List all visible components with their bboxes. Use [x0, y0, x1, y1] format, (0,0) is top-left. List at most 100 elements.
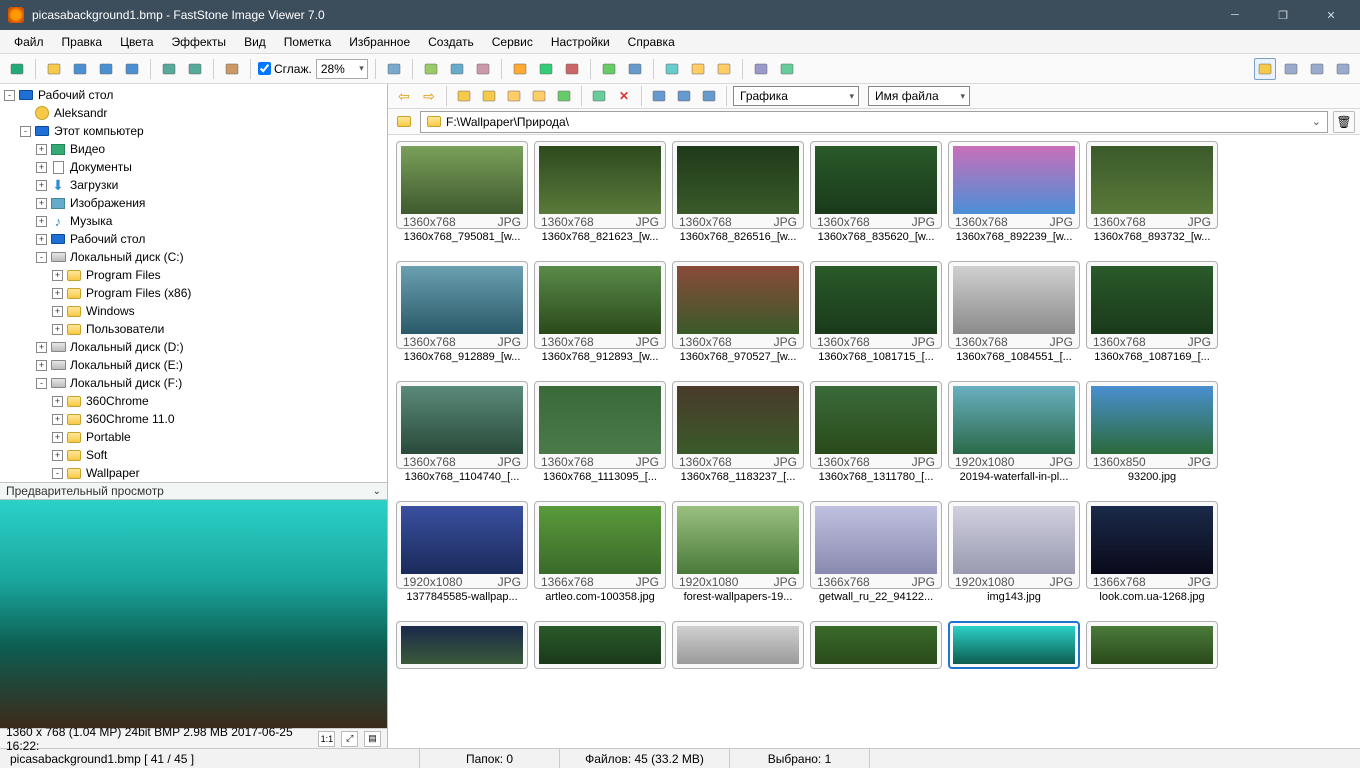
path-input[interactable]: F:\Wallpaper\Природа\	[420, 111, 1328, 133]
resize-button[interactable]	[446, 58, 468, 80]
tree-item[interactable]: +⬇Загрузки	[0, 176, 387, 194]
thumbnail[interactable]: 1360x768JPG1360x768_821623_[w...	[534, 141, 666, 243]
tree-item[interactable]: -Рабочий стол	[0, 86, 387, 104]
thumbnail[interactable]: 1366x768JPGgetwall_ru_22_94122...	[810, 501, 942, 603]
hand-button[interactable]	[221, 58, 243, 80]
thumbnail-area[interactable]: 1360x768JPG1360x768_795081_[w...1360x768…	[388, 135, 1360, 748]
refresh-button[interactable]	[553, 85, 575, 107]
color-button[interactable]	[509, 58, 531, 80]
favorites-button[interactable]	[503, 85, 525, 107]
canvas-button[interactable]	[472, 58, 494, 80]
thumbnail[interactable]: 1360x768JPG1360x768_912893_[w...	[534, 261, 666, 363]
thumbnail[interactable]	[948, 621, 1080, 669]
thumbnail[interactable]: 1360x768JPG1360x768_970527_[w...	[672, 261, 804, 363]
tree-expander[interactable]: -	[36, 378, 47, 389]
tag-button[interactable]	[588, 85, 610, 107]
thumbnail[interactable]: 1360x768JPG1360x768_795081_[w...	[396, 141, 528, 243]
thumbnail[interactable]: 1366x768JPGlook.com.ua-1268.jpg	[1086, 501, 1218, 603]
undo-button[interactable]	[598, 58, 620, 80]
close-button[interactable]: ✕	[1316, 9, 1346, 22]
mail-button[interactable]	[687, 58, 709, 80]
menu-правка[interactable]: Правка	[54, 32, 111, 52]
menu-справка[interactable]: Справка	[620, 32, 683, 52]
tree-item[interactable]: -Локальный диск (F:)	[0, 374, 387, 392]
thumbnail[interactable]: 1360x768JPG1360x768_1113095_[...	[534, 381, 666, 483]
menu-цвета[interactable]: Цвета	[112, 32, 161, 52]
tree-item[interactable]: +Program Files	[0, 266, 387, 284]
filter-combo[interactable]: Графика	[733, 86, 859, 106]
tree-item[interactable]: -Локальный диск (C:)	[0, 248, 387, 266]
minimize-button[interactable]: ─	[1220, 9, 1250, 22]
details-view-button[interactable]	[1280, 58, 1302, 80]
tree-item[interactable]: +♪Музыка	[0, 212, 387, 230]
delete-path-button[interactable]: 🗑	[1333, 111, 1355, 133]
tree-item[interactable]: +Изображения	[0, 194, 387, 212]
sort-combo[interactable]: Имя файла	[868, 86, 970, 106]
thumbnail[interactable]: 1360x768JPG1360x768_1084551_[...	[948, 261, 1080, 363]
tree-expander[interactable]: +	[52, 306, 63, 317]
thumbnail[interactable]: 1920x1080JPGimg143.jpg	[948, 501, 1080, 603]
tag-button[interactable]	[776, 58, 798, 80]
thumbnail[interactable]: 1360x768JPG1360x768_1081715_[...	[810, 261, 942, 363]
back-button[interactable]: ⇦	[393, 85, 415, 107]
tree-item[interactable]: +Windows	[0, 302, 387, 320]
smooth-checkbox[interactable]: Сглаж.	[258, 62, 312, 76]
thumbnail[interactable]: 1920x1080JPGforest-wallpapers-19...	[672, 501, 804, 603]
tree-expander[interactable]: +	[52, 396, 63, 407]
crop-button[interactable]	[420, 58, 442, 80]
folder-tree[interactable]: -Рабочий столAleksandr-Этот компьютер+Ви…	[0, 84, 387, 482]
tree-item[interactable]: +360Chrome 11.0	[0, 410, 387, 428]
zoom-combo[interactable]: 28%	[316, 59, 368, 79]
menu-настройки[interactable]: Настройки	[543, 32, 618, 52]
tree-item[interactable]: +Видео	[0, 140, 387, 158]
thumbnail[interactable]: 1360x850JPG93200.jpg	[1086, 381, 1218, 483]
tree-expander[interactable]: +	[36, 342, 47, 353]
thumbnail[interactable]	[396, 621, 528, 669]
thumbnail[interactable]: 1360x768JPG1360x768_892239_[w...	[948, 141, 1080, 243]
acquire-button[interactable]	[6, 58, 28, 80]
print-button[interactable]	[750, 58, 772, 80]
tree-expander[interactable]: +	[52, 414, 63, 425]
fullscreen-view-button[interactable]	[1332, 58, 1354, 80]
tree-item[interactable]: +Документы	[0, 158, 387, 176]
open-button[interactable]	[43, 58, 65, 80]
up-button[interactable]	[453, 85, 475, 107]
view-large-button[interactable]	[648, 85, 670, 107]
tree-item[interactable]: +Локальный диск (D:)	[0, 338, 387, 356]
tree-item[interactable]: +Soft	[0, 446, 387, 464]
tree-expander[interactable]: -	[36, 252, 47, 263]
rotate-button[interactable]	[383, 58, 405, 80]
menu-вид[interactable]: Вид	[236, 32, 274, 52]
save-button[interactable]	[69, 58, 91, 80]
tree-expander[interactable]: +	[52, 270, 63, 281]
menu-создать[interactable]: Создать	[420, 32, 482, 52]
tree-expander[interactable]: +	[52, 288, 63, 299]
menu-избранное[interactable]: Избранное	[341, 32, 418, 52]
tree-expander[interactable]: +	[36, 144, 47, 155]
menu-файл[interactable]: Файл	[6, 32, 52, 52]
tree-expander[interactable]: +	[52, 432, 63, 443]
menu-сервис[interactable]: Сервис	[484, 32, 541, 52]
tree-item[interactable]: +Локальный диск (E:)	[0, 356, 387, 374]
email-button[interactable]	[713, 58, 735, 80]
menu-button[interactable]: ▤	[364, 731, 381, 747]
tree-expander[interactable]: +	[36, 162, 47, 173]
redeye-button[interactable]	[535, 58, 557, 80]
fav-add-button[interactable]	[528, 85, 550, 107]
menu-эффекты[interactable]: Эффекты	[164, 32, 235, 52]
thumbnail[interactable]: 1366x768JPGartleo.com-100358.jpg	[534, 501, 666, 603]
tree-expander[interactable]: +	[52, 450, 63, 461]
tree-item[interactable]: +Portable	[0, 428, 387, 446]
thumbnail[interactable]: 1920x1080JPG1377845585-wallpap...	[396, 501, 528, 603]
tree-expander[interactable]: -	[52, 468, 63, 479]
chevron-down-icon[interactable]: ⌄	[373, 486, 381, 497]
delete-button[interactable]: ✕	[613, 85, 635, 107]
tree-item[interactable]: -Этот компьютер	[0, 122, 387, 140]
save-left-button[interactable]	[95, 58, 117, 80]
thumbs-view-button[interactable]	[1254, 58, 1276, 80]
zoom-out-button[interactable]	[184, 58, 206, 80]
tree-expander[interactable]	[20, 108, 31, 119]
tree-expander[interactable]: +	[52, 324, 63, 335]
preview-image[interactable]	[0, 500, 387, 728]
tree-item[interactable]: +Рабочий стол	[0, 230, 387, 248]
